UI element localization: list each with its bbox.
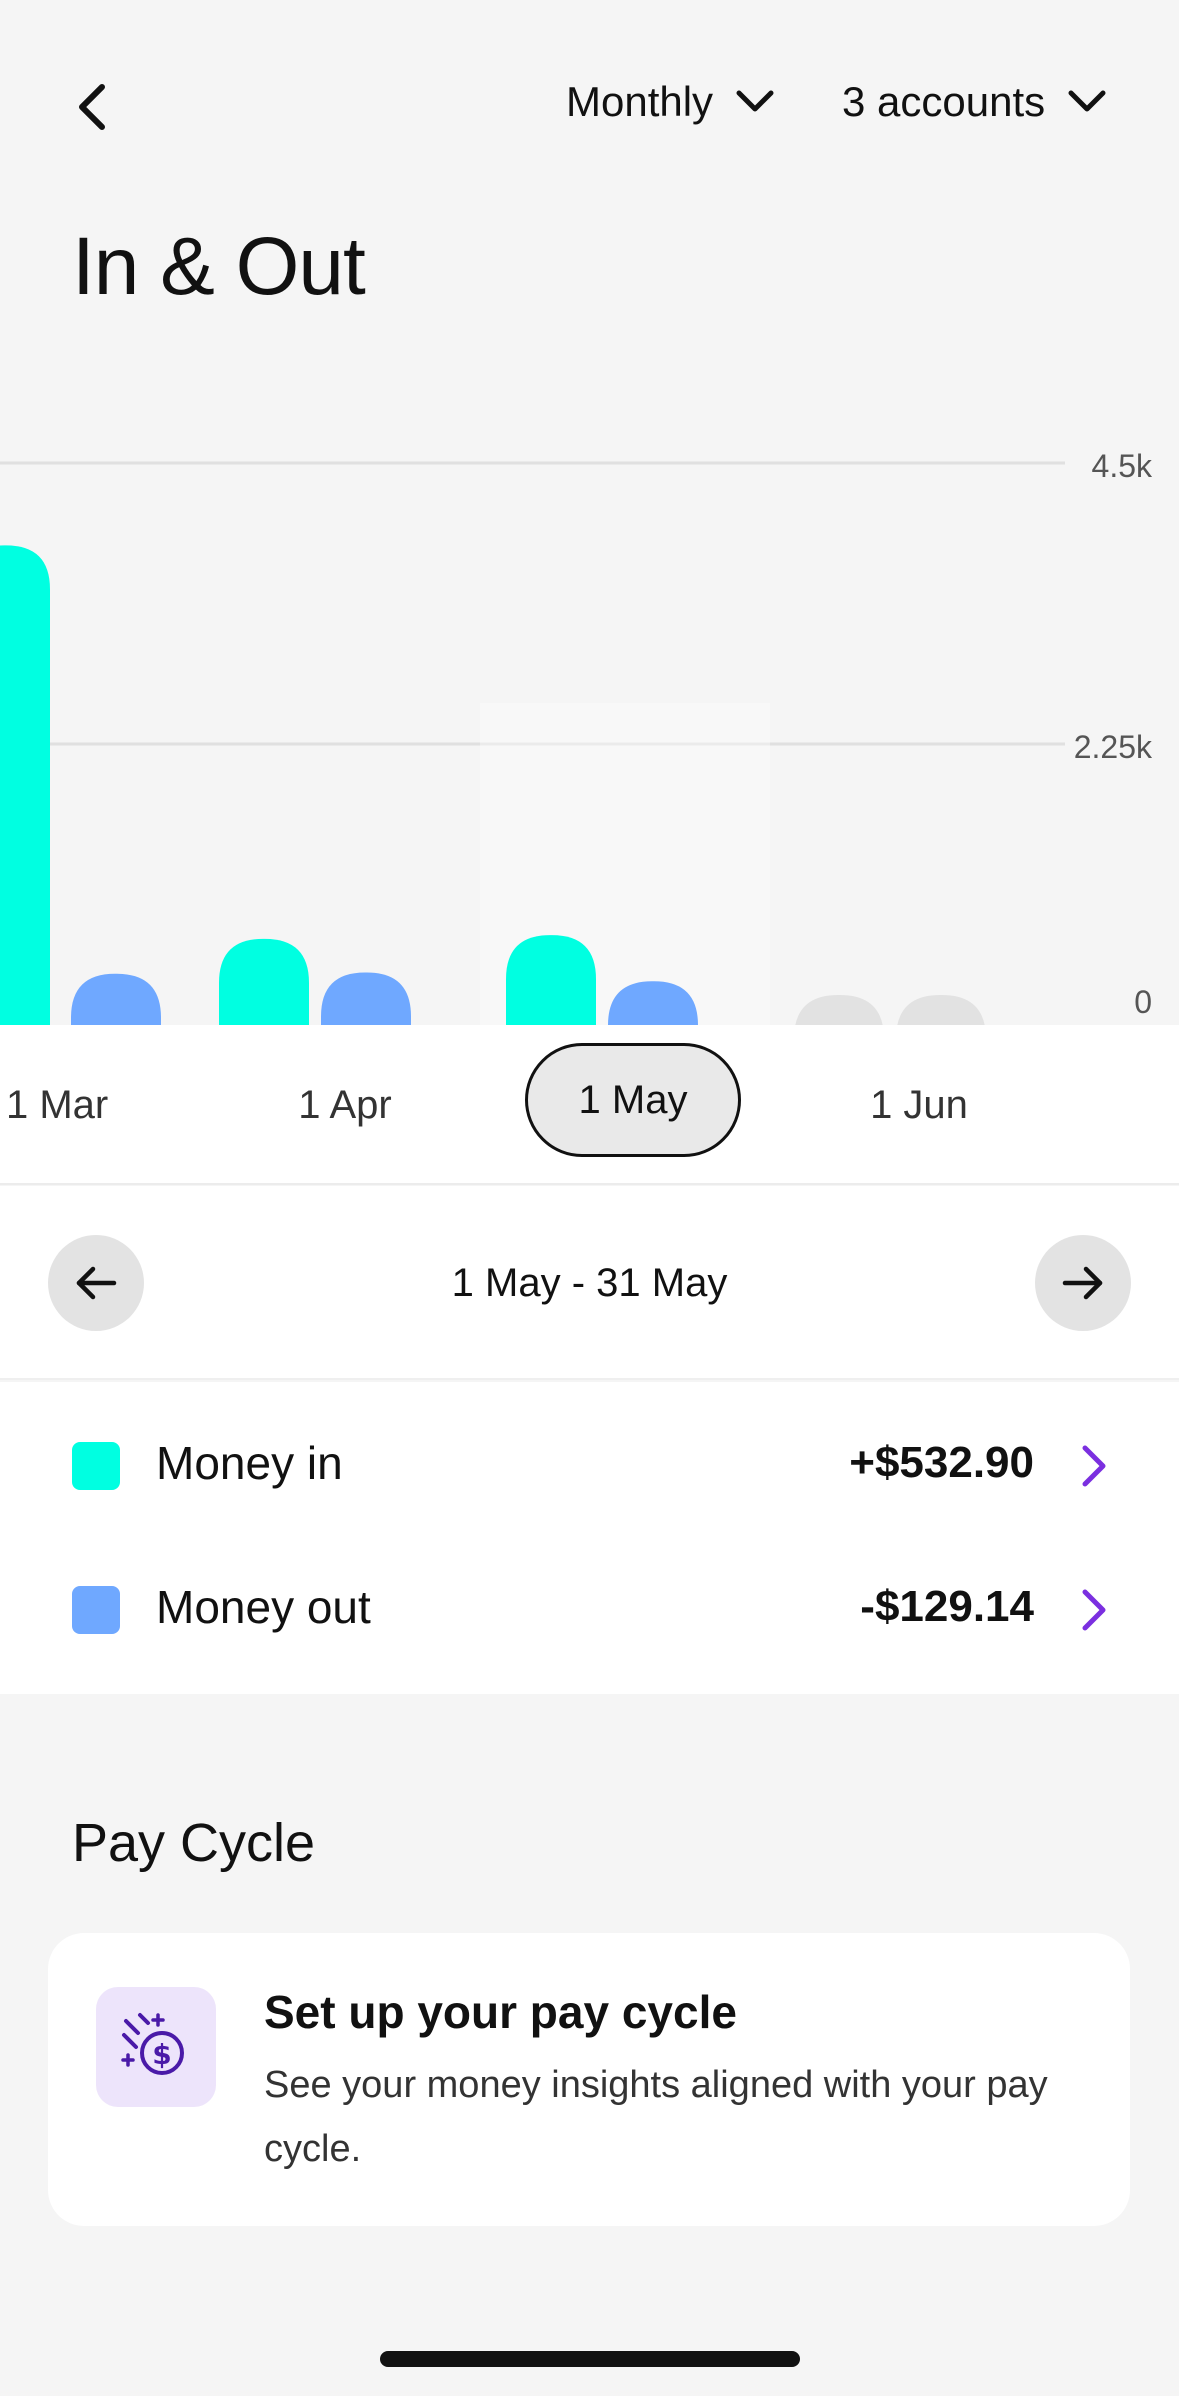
previous-period-button[interactable] xyxy=(48,1235,144,1331)
money-out-row[interactable]: Money out -$129.14 xyxy=(0,1538,1179,1682)
bar-money-out-1-jun xyxy=(896,995,986,1025)
bar-money-out-1-apr xyxy=(321,972,411,1025)
bar-money-in-1-may xyxy=(506,935,596,1025)
money-in-swatch xyxy=(72,1442,120,1490)
bar-money-in-1-apr xyxy=(219,938,309,1025)
bar-money-out-1-mar xyxy=(71,973,161,1025)
y-tick-label: 2.25k xyxy=(1074,729,1153,765)
pay-cycle-icon-tile: $ xyxy=(96,1987,216,2107)
in-out-bar-chart: 0 2.25k 4.5k xyxy=(0,448,1153,1025)
chevron-right-icon xyxy=(1082,1445,1106,1487)
money-out-swatch xyxy=(72,1586,120,1634)
date-range-text: 1 May - 31 May xyxy=(451,1260,728,1305)
month-tab-jun[interactable]: 1 Jun xyxy=(844,1025,994,1185)
money-in-amount: +$532.90 xyxy=(849,1438,1034,1487)
top-bar: Monthly 3 accounts xyxy=(0,0,1179,180)
accounts-dropdown-label: 3 accounts xyxy=(842,78,1046,125)
month-tab-label: 1 Mar xyxy=(6,1082,109,1127)
home-indicator xyxy=(380,2351,800,2367)
y-tick-label: 4.5k xyxy=(1092,448,1153,484)
month-tab-label: 1 Jun xyxy=(870,1082,968,1127)
pay-cycle-card-description: See your money insights aligned with you… xyxy=(264,2064,1048,2170)
money-out-amount: -$129.14 xyxy=(860,1582,1034,1631)
period-dropdown[interactable]: Monthly xyxy=(566,70,775,134)
money-in-row[interactable]: Money in +$532.90 xyxy=(0,1394,1179,1538)
chevron-left-icon xyxy=(79,84,105,130)
month-selector: 1 Mar 1 Apr 1 May 1 Jun xyxy=(0,1025,1179,1185)
pay-cycle-setup-card[interactable]: $ Set up your pay cycle See your money i… xyxy=(48,1933,1130,2226)
arrow-right-icon xyxy=(1062,1266,1103,1300)
next-period-button[interactable] xyxy=(1035,1235,1131,1331)
bar-money-in-1-mar xyxy=(0,545,50,1025)
month-tab-label: 1 May xyxy=(578,1077,688,1122)
month-tab-mar[interactable]: 1 Mar xyxy=(0,1025,110,1185)
money-out-label: Money out xyxy=(156,1581,371,1633)
in-out-chart[interactable]: 0 2.25k 4.5k xyxy=(0,420,1179,1025)
period-dropdown-label: Monthly xyxy=(566,78,714,125)
dollar-sparkle-icon: $ xyxy=(121,2013,184,2075)
month-tab-apr[interactable]: 1 Apr xyxy=(270,1025,420,1185)
chevron-down-icon xyxy=(736,90,774,112)
money-summary-list: Money in +$532.90 Money out -$129.14 xyxy=(0,1382,1179,1694)
bar-money-in-1-jun xyxy=(794,995,884,1025)
month-tab-label: 1 Apr xyxy=(298,1082,392,1127)
date-range-navigator: 1 May - 31 May xyxy=(0,1186,1179,1380)
pay-cycle-card-title: Set up your pay cycle xyxy=(264,1986,737,2038)
month-tab-may[interactable]: 1 May xyxy=(525,1043,741,1157)
y-tick-label: 0 xyxy=(1134,984,1152,1020)
chevron-right-icon xyxy=(1082,1589,1106,1631)
svg-text:$: $ xyxy=(152,2038,171,2071)
accounts-dropdown[interactable]: 3 accounts xyxy=(842,70,1107,134)
money-in-label: Money in xyxy=(156,1437,343,1489)
chevron-down-icon xyxy=(1068,90,1106,112)
back-button[interactable] xyxy=(62,72,122,142)
pay-cycle-section-title: Pay Cycle xyxy=(72,1813,316,1873)
page-title: In & Out xyxy=(72,221,366,312)
arrow-left-icon xyxy=(76,1266,117,1300)
